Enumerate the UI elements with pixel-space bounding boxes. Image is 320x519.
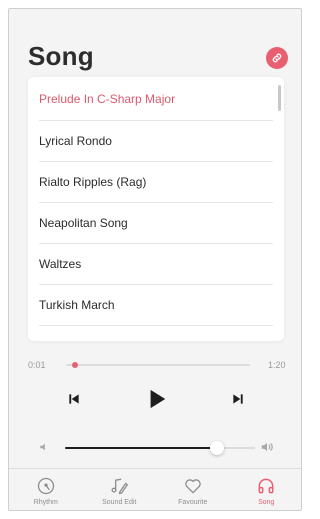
volume-thumb[interactable] — [210, 441, 224, 455]
song-item-rialto-ripples[interactable]: Rialto Ripples (Rag) — [39, 162, 273, 203]
song-list: Prelude In C-Sharp Major Lyrical Rondo R… — [28, 77, 284, 326]
song-item-turkish-march[interactable]: Turkish March — [39, 285, 273, 326]
volume-slider[interactable] — [65, 441, 255, 455]
volume-fill — [65, 447, 217, 449]
heart-icon — [184, 479, 201, 494]
volume-high-icon — [257, 438, 277, 456]
tab-favourite[interactable]: Favourite — [156, 469, 230, 510]
current-time: 0:01 — [28, 360, 46, 370]
song-list-scrollbar[interactable] — [278, 85, 281, 111]
tab-song[interactable]: Song — [230, 469, 302, 510]
link-icon — [272, 53, 282, 63]
metronome-icon — [37, 477, 54, 495]
app-frame: Song Prelude In C-Sharp Major Lyrical Ro… — [8, 8, 302, 511]
tab-rhythm-label: Rhythm — [33, 499, 58, 506]
tab-bar: Rhythm Sound Edit Favourite Song — [9, 468, 302, 510]
progress-slider[interactable] — [66, 362, 250, 368]
next-button[interactable] — [227, 388, 249, 410]
headphones-icon — [258, 478, 274, 494]
song-item-lyrical-rondo[interactable]: Lyrical Rondo — [39, 121, 273, 162]
song-item-waltzes[interactable]: Waltzes — [39, 244, 273, 285]
play-button[interactable] — [143, 385, 171, 413]
page-title: Song — [28, 41, 94, 71]
song-list-card: Prelude In C-Sharp Major Lyrical Rondo R… — [28, 77, 284, 341]
link-button[interactable] — [266, 47, 288, 69]
tab-rhythm[interactable]: Rhythm — [9, 469, 83, 510]
song-item-neapolitan-song[interactable]: Neapolitan Song — [39, 203, 273, 244]
progress-thumb[interactable] — [72, 362, 78, 368]
music-note-edit-icon — [111, 478, 129, 495]
tab-song-label: Song — [258, 499, 275, 506]
song-item-prelude[interactable]: Prelude In C-Sharp Major — [39, 77, 273, 121]
skip-next-icon — [233, 394, 243, 404]
tab-favourite-label: Favourite — [178, 499, 208, 506]
volume-low-icon — [37, 439, 51, 455]
skip-previous-icon — [69, 394, 79, 404]
previous-button[interactable] — [63, 388, 85, 410]
tab-sound-edit[interactable]: Sound Edit — [83, 469, 157, 510]
total-time: 1:20 — [268, 360, 286, 370]
tab-sound-edit-label: Sound Edit — [102, 499, 137, 506]
play-icon — [150, 389, 166, 409]
